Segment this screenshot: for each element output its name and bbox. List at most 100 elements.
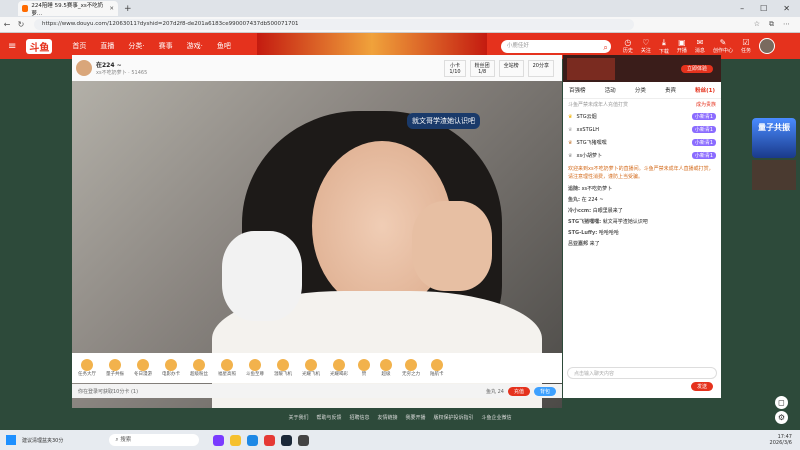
footer-link[interactable]: 招聘信息 xyxy=(349,414,369,424)
rank-row[interactable]: ♛ STG云烟 小新青1 xyxy=(563,110,721,123)
nav-games[interactable]: 游戏· xyxy=(187,41,203,51)
history-label: 历史 xyxy=(622,47,633,54)
chat-user[interactable]: STG飞猪嘿嘿: xyxy=(568,219,601,225)
fullscreen-icon[interactable]: ◻ xyxy=(775,396,788,409)
gift-item[interactable]: 斗鱼至尊 xyxy=(246,359,264,377)
new-tab-button[interactable]: + xyxy=(124,4,132,14)
minimize-icon[interactable]: – xyxy=(740,4,744,13)
footer-link[interactable]: 帮助与反馈 xyxy=(316,414,341,424)
extensions-icon[interactable]: ⧉ xyxy=(769,20,774,29)
close-window-icon[interactable]: ✕ xyxy=(783,4,790,13)
chat-user[interactable]: STG-Luffy: xyxy=(568,230,597,236)
send-button[interactable]: 发送 xyxy=(690,382,713,391)
file-explorer-icon[interactable] xyxy=(230,434,242,446)
become-noble-link[interactable]: 成为贵族 xyxy=(696,101,716,108)
maximize-icon[interactable]: ☐ xyxy=(760,4,767,13)
stat-box[interactable]: 粉丝团 1/8 xyxy=(469,59,495,77)
share-button[interactable]: 20分享 xyxy=(527,59,554,77)
creator-button[interactable]: ✎ 创作中心 xyxy=(713,38,733,55)
rank-row[interactable]: ♛ STG飞猪嘿嘿 小新青1 xyxy=(563,136,721,149)
footer-link[interactable]: 我要开播 xyxy=(406,414,426,424)
tab-fans[interactable]: 粉丝(1) xyxy=(695,86,715,94)
rank-medal-icon: ♛ xyxy=(568,152,573,159)
gift-item[interactable]: 赞 xyxy=(358,359,370,377)
gift-icon xyxy=(380,359,392,371)
chat-user[interactable]: 冷小ccm: xyxy=(568,208,591,214)
follower-count: 51465 xyxy=(131,70,148,76)
gift-item[interactable]: 无穷之力 xyxy=(402,359,420,377)
chat-user[interactable]: 吕亚嘉邦 xyxy=(568,241,588,247)
tasks-button[interactable]: ☑ 任务 xyxy=(741,38,751,55)
gift-item[interactable]: 福星高照 xyxy=(218,359,236,377)
nav-fishbar[interactable]: 鱼吧 xyxy=(217,41,231,51)
leaderboard-button[interactable]: 全站榜 xyxy=(498,59,524,77)
gift-item[interactable]: 温暖飞机 xyxy=(274,359,292,377)
footer-link[interactable]: 斗鱼企业微信 xyxy=(482,414,512,424)
url-field[interactable]: https://www.douyu.com/12063011?dyshid=20… xyxy=(34,19,634,30)
footer-link[interactable]: 版权保护投诉指引 xyxy=(434,414,474,424)
browser-tab[interactable]: 224陪睡 59.5赛事_xs不吃奶萝... ✕ xyxy=(18,1,118,17)
gift-icon xyxy=(249,359,261,371)
back-icon[interactable]: ← xyxy=(0,20,14,29)
menu-icon[interactable]: ⋯ xyxy=(783,20,790,29)
gift-item[interactable]: 光耀喝彩 xyxy=(330,359,348,377)
search-input[interactable]: 小鹿佳好 ⌕ xyxy=(500,39,611,54)
taskbar-search[interactable]: ⌕ 搜索 xyxy=(109,434,200,446)
app-icon[interactable] xyxy=(298,434,310,446)
broadcast-button[interactable]: ▣ 开播 xyxy=(677,38,687,55)
backpack-button[interactable]: 背包 xyxy=(533,386,556,396)
nav-events[interactable]: 赛事 xyxy=(159,41,173,51)
stat-box[interactable]: 小卡 1/10 xyxy=(444,59,466,77)
chat-user[interactable]: 鱼丸: xyxy=(568,197,580,203)
gift-item[interactable]: 电影办卡 xyxy=(162,359,180,377)
gift-item[interactable]: 超级 xyxy=(380,359,392,377)
tab-rank[interactable]: 百强榜 xyxy=(569,86,586,94)
sidebar-ad[interactable]: 立即体验 xyxy=(563,55,721,82)
footer-link[interactable]: 关于我们 xyxy=(288,414,308,424)
gift-item[interactable]: 冬日漫游 xyxy=(134,359,152,377)
steam-icon[interactable] xyxy=(281,434,293,446)
recharge-button[interactable]: 充值 xyxy=(507,386,530,396)
close-tab-icon[interactable]: ✕ xyxy=(109,6,114,12)
streamer-title: 在224 ~ xyxy=(96,62,122,69)
menu-hamburger-icon[interactable]: ≡ xyxy=(8,41,16,52)
footer-link[interactable]: 友情链接 xyxy=(377,414,397,424)
streamer-id[interactable]: xs不吃奶萝卜 xyxy=(96,70,127,76)
search-icon[interactable]: ⌕ xyxy=(603,41,607,54)
ad-try-button[interactable]: 立即体验 xyxy=(680,65,713,73)
browser-toolbar: ☆ ⧉ ⋯ xyxy=(754,20,800,29)
gift-item[interactable]: 任务大厅 xyxy=(78,359,96,377)
tab-activity[interactable]: 活动 xyxy=(605,86,616,94)
history-button[interactable]: ◷ 历史 xyxy=(623,38,633,55)
chat-user[interactable]: 追随: xyxy=(568,186,580,192)
user-avatar[interactable] xyxy=(758,38,775,54)
floating-ad-thumb[interactable] xyxy=(752,160,796,190)
download-button[interactable]: ⤓ 下载 xyxy=(659,38,669,55)
rank-row[interactable]: ♛ xxSTGLH 小新青1 xyxy=(563,123,721,136)
nav-home[interactable]: 首页 xyxy=(72,41,86,51)
follow-button[interactable]: ♡ 关注 xyxy=(641,38,651,55)
app-icon[interactable] xyxy=(213,434,225,446)
floating-ad[interactable]: 量子共振 xyxy=(752,118,796,158)
streamer-avatar[interactable] xyxy=(76,60,92,76)
douyu-app-icon[interactable] xyxy=(264,434,276,446)
nav-category[interactable]: 分类· xyxy=(128,41,144,51)
rank-row[interactable]: ♛ xs小胡萝卜 小新青1 xyxy=(563,149,721,162)
douyu-logo[interactable]: 斗鱼 xyxy=(26,38,53,54)
login-hint[interactable]: 你在登录可获取10分卡 (1) xyxy=(78,388,138,395)
windows-start-icon[interactable] xyxy=(6,435,16,445)
gift-item[interactable]: 量子共振 xyxy=(106,359,124,377)
star-icon[interactable]: ☆ xyxy=(754,20,760,29)
refresh-icon[interactable]: ↻ xyxy=(14,20,28,29)
gift-item[interactable]: 陆航卡 xyxy=(430,359,444,377)
nav-live[interactable]: 直播 xyxy=(100,41,114,51)
system-tray[interactable]: 17:47 2026/3/6 xyxy=(770,434,800,446)
chat-input[interactable]: 点击输入聊天内容 xyxy=(567,367,717,379)
gift-item[interactable]: 超级粉丝 xyxy=(190,359,208,377)
edge-icon[interactable] xyxy=(247,434,259,446)
messages-button[interactable]: ✉ 消息 xyxy=(695,38,705,55)
tab-vip[interactable]: 贵宾 xyxy=(665,86,676,94)
gift-item[interactable]: 光耀飞机 xyxy=(302,359,320,377)
tab-category[interactable]: 分类 xyxy=(635,86,646,94)
widgets-weather[interactable]: 建议清理盆夹30分 xyxy=(22,437,63,444)
